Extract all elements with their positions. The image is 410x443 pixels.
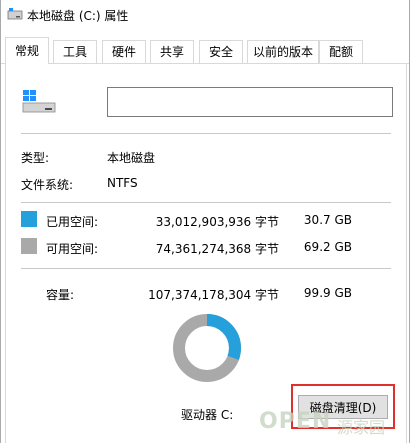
tab-security[interactable]: 安全 bbox=[199, 40, 243, 63]
tab-hardware[interactable]: 硬件 bbox=[102, 40, 146, 63]
properties-window: 本地磁盘 (C:) 属性 常规 工具 硬件 共享 安全 以前的版本 配额 类型:… bbox=[0, 0, 410, 443]
type-value: 本地磁盘 bbox=[107, 151, 156, 165]
window-title: 本地磁盘 (C:) 属性 bbox=[27, 9, 129, 23]
free-space-swatch bbox=[21, 238, 37, 254]
volume-name-input[interactable] bbox=[107, 87, 393, 117]
used-space-label: 已用空间: bbox=[46, 215, 99, 229]
tab-general[interactable]: 常规 bbox=[5, 37, 49, 64]
capacity-label: 容量: bbox=[46, 288, 75, 302]
filesystem-label: 文件系统: bbox=[21, 178, 74, 192]
free-space-label: 可用空间: bbox=[46, 242, 99, 256]
separator-bottom bbox=[21, 268, 391, 269]
used-space-size: 30.7 GB bbox=[303, 213, 352, 227]
disk-usage-donut bbox=[173, 314, 241, 382]
drive-icon bbox=[7, 8, 23, 20]
drive-letter-label: 驱动器 C: bbox=[181, 408, 234, 422]
tab-sharing[interactable]: 共享 bbox=[150, 40, 194, 63]
title-bar: 本地磁盘 (C:) 属性 bbox=[1, 0, 409, 30]
tab-quota[interactable]: 配额 bbox=[319, 40, 363, 63]
watermark-logo: OPEN bbox=[259, 409, 332, 434]
capacity-bytes: 107,374,178,304 字节 bbox=[148, 288, 279, 302]
filesystem-value: NTFS bbox=[107, 176, 138, 190]
used-space-bytes: 33,012,903,936 字节 bbox=[155, 215, 279, 229]
watermark-text: 源家园 bbox=[337, 418, 386, 437]
local-disk-icon bbox=[22, 90, 56, 113]
tab-previous-versions[interactable]: 以前的版本 bbox=[247, 40, 319, 63]
capacity-size: 99.9 GB bbox=[303, 286, 352, 300]
used-space-swatch bbox=[21, 211, 37, 227]
type-label: 类型: bbox=[21, 151, 50, 165]
tab-tools[interactable]: 工具 bbox=[53, 40, 97, 63]
separator-middle bbox=[21, 202, 391, 203]
free-space-size: 69.2 GB bbox=[303, 240, 352, 254]
separator-top bbox=[21, 133, 391, 134]
free-space-bytes: 74,361,274,368 字节 bbox=[155, 242, 279, 256]
